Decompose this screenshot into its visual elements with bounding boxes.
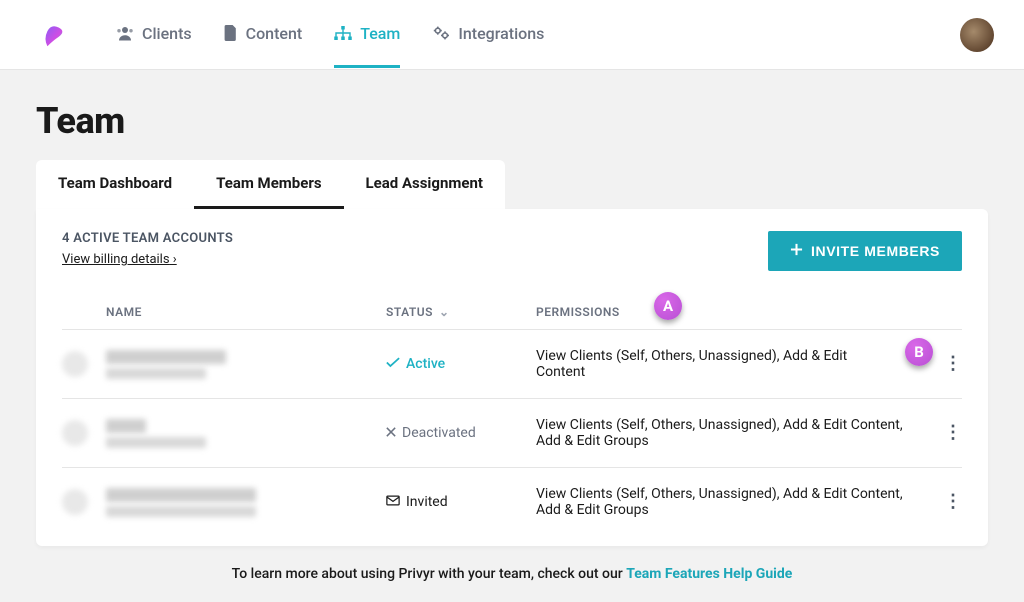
view-billing-link[interactable]: View billing details	[62, 252, 177, 267]
nav-clients[interactable]: Clients	[116, 2, 192, 68]
col-permissions-header[interactable]: Permissions	[536, 293, 922, 330]
cogs-icon	[432, 25, 450, 41]
active-accounts-label: 4 ACTIVE TEAM ACCOUNTS	[62, 231, 233, 246]
nav-team-label: Team	[360, 24, 400, 43]
callout-marker-b: B	[905, 338, 933, 366]
nav-content[interactable]: Content	[224, 2, 303, 68]
status-active: Active	[386, 356, 536, 372]
plus-icon	[790, 243, 803, 259]
footer-prefix: To learn more about using Privyr with yo…	[232, 566, 627, 582]
sub-tabs: Team Dashboard Team Members Lead Assignm…	[36, 160, 505, 209]
table-row: Active View Clients (Self, Others, Unass…	[62, 330, 962, 399]
nav-integrations[interactable]: Integrations	[432, 2, 544, 68]
member-name-redacted	[106, 488, 256, 502]
status-invited: Invited	[386, 494, 536, 510]
member-name-redacted	[106, 350, 226, 364]
user-avatar[interactable]	[960, 18, 994, 52]
nav-clients-label: Clients	[142, 24, 192, 43]
tab-team-members[interactable]: Team Members	[194, 160, 343, 209]
nav-items: Clients Content Team Integrations	[116, 2, 544, 68]
document-icon	[224, 25, 238, 41]
col-name-header[interactable]: Name	[106, 293, 386, 330]
app-logo[interactable]	[38, 20, 68, 50]
member-email-redacted	[106, 437, 206, 448]
member-email-redacted	[106, 506, 256, 517]
check-icon	[386, 356, 400, 372]
chevron-down-icon: ⌄	[439, 305, 450, 319]
nav-integrations-label: Integrations	[458, 24, 544, 43]
team-members-card: 4 ACTIVE TEAM ACCOUNTS View billing deta…	[36, 209, 988, 546]
col-status-header[interactable]: Status⌄	[386, 293, 536, 330]
users-icon	[116, 25, 134, 41]
member-avatar	[62, 351, 88, 377]
invite-members-button[interactable]: INVITE MEMBERS	[768, 231, 962, 271]
sitemap-icon	[334, 26, 352, 40]
page-content: Team Team Dashboard Team Members Lead As…	[0, 70, 1024, 602]
nav-team[interactable]: Team	[334, 2, 400, 68]
member-email-redacted	[106, 368, 206, 379]
member-permissions: View Clients (Self, Others, Unassigned),…	[536, 399, 922, 468]
page-title: Team	[36, 100, 988, 142]
table-row: Invited View Clients (Self, Others, Unas…	[62, 468, 962, 537]
invite-members-label: INVITE MEMBERS	[811, 243, 940, 259]
row-actions-menu[interactable]: ⋮	[944, 422, 962, 443]
tab-lead-assignment[interactable]: Lead Assignment	[344, 160, 505, 209]
nav-content-label: Content	[246, 24, 303, 43]
member-avatar	[62, 489, 88, 515]
footer-note: To learn more about using Privyr with yo…	[36, 546, 988, 602]
member-permissions: View Clients (Self, Others, Unassigned),…	[536, 468, 922, 537]
member-name-redacted	[106, 419, 146, 433]
row-actions-menu[interactable]: ⋮	[944, 491, 962, 512]
table-row: Deactivated View Clients (Self, Others, …	[62, 399, 962, 468]
top-nav: Clients Content Team Integrations	[0, 0, 1024, 70]
member-avatar	[62, 420, 88, 446]
callout-marker-a: A	[654, 292, 682, 320]
tab-team-dashboard[interactable]: Team Dashboard	[36, 160, 194, 209]
envelope-icon	[386, 494, 400, 510]
help-guide-link[interactable]: Team Features Help Guide	[626, 566, 792, 582]
x-icon	[386, 425, 396, 441]
card-header: 4 ACTIVE TEAM ACCOUNTS View billing deta…	[62, 231, 962, 271]
member-permissions: View Clients (Self, Others, Unassigned),…	[536, 330, 922, 399]
status-deactivated: Deactivated	[386, 425, 536, 441]
row-actions-menu[interactable]: ⋮	[944, 353, 962, 374]
team-table: Name Status⌄ Permissions	[62, 293, 962, 536]
